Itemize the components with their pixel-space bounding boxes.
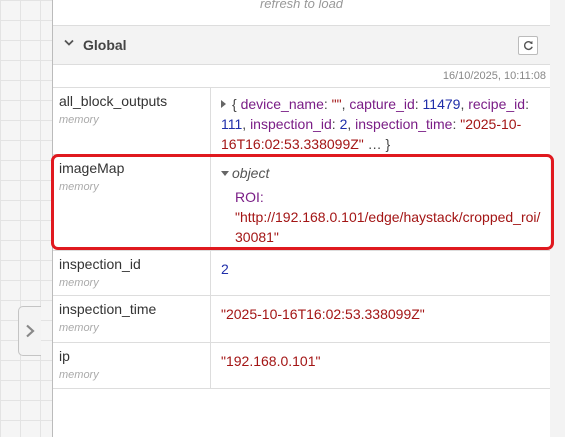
key-type: memory [59,114,99,126]
refresh-icon [523,40,533,51]
row-value[interactable]: "2025-10-16T16:02:53.338099Z" [221,304,543,324]
sidebar-toggle-button[interactable] [18,306,41,356]
timestamp: 16/10/2025, 10:11:08 [442,70,546,82]
row-value[interactable]: { device_name: "", capture_id: 11479, re… [221,94,543,154]
row-key: ip memory [53,343,211,388]
refresh-button[interactable] [518,36,538,55]
context-row: all_block_outputs memory { device_name: … [53,87,550,154]
context-row: ip memory "192.168.0.101" [53,342,550,389]
key-name: imageMap [59,160,125,176]
row-key: all_block_outputs memory [53,88,211,154]
context-row: inspection_id memory 2 [53,250,550,295]
row-value[interactable]: 2 [221,259,543,279]
key-name: inspection_id [59,256,141,272]
key-type: memory [59,369,99,381]
row-value[interactable]: "192.168.0.101" [221,351,543,371]
row-key: imageMap memory [53,155,211,250]
flow-context-area: refresh to load [53,0,550,26]
prop-key: inspection_time [355,116,453,132]
key-name: ip [59,348,70,364]
key-name: all_block_outputs [59,93,168,109]
prop-key: capture_id [349,96,415,112]
prop-value: 111 [221,116,243,132]
prop-key: ROI: [235,189,264,205]
prop-key: device_name [240,96,324,112]
key-type: memory [59,322,99,334]
caret-down-icon[interactable] [221,171,229,176]
brace-open: { [232,96,237,112]
canvas-grid [0,0,52,437]
row-key: inspection_id memory [53,251,211,295]
row-value[interactable]: object ROI: "http://192.168.0.101/edge/h… [221,163,543,247]
scroll-gutter [550,0,565,437]
row-key: inspection_time memory [53,296,211,342]
context-panel: refresh to load Global 16/10/2025, 10:11… [52,0,551,437]
prop-value: "" [331,96,342,112]
prop-key: inspection_id [250,116,332,132]
key-type: memory [59,277,99,289]
context-row: imageMap memory object ROI: "http://192.… [53,154,550,250]
brace-close: … } [367,136,391,152]
global-section-header[interactable]: Global [53,26,550,65]
caret-right-icon[interactable] [221,100,226,108]
object-type-label: object [232,165,270,181]
prop-value: "http://192.168.0.101/edge/haystack/crop… [235,209,541,245]
key-name: inspection_time [59,301,157,317]
prop-value: 11479 [422,96,461,112]
key-type: memory [59,181,99,193]
chevron-right-icon [26,324,35,338]
context-row: inspection_time memory "2025-10-16T16:02… [53,295,550,342]
refresh-hint[interactable]: refresh to load [53,0,550,11]
prop-key: recipe_id [468,96,526,112]
section-title: Global [83,37,127,53]
chevron-down-icon[interactable] [64,39,74,47]
